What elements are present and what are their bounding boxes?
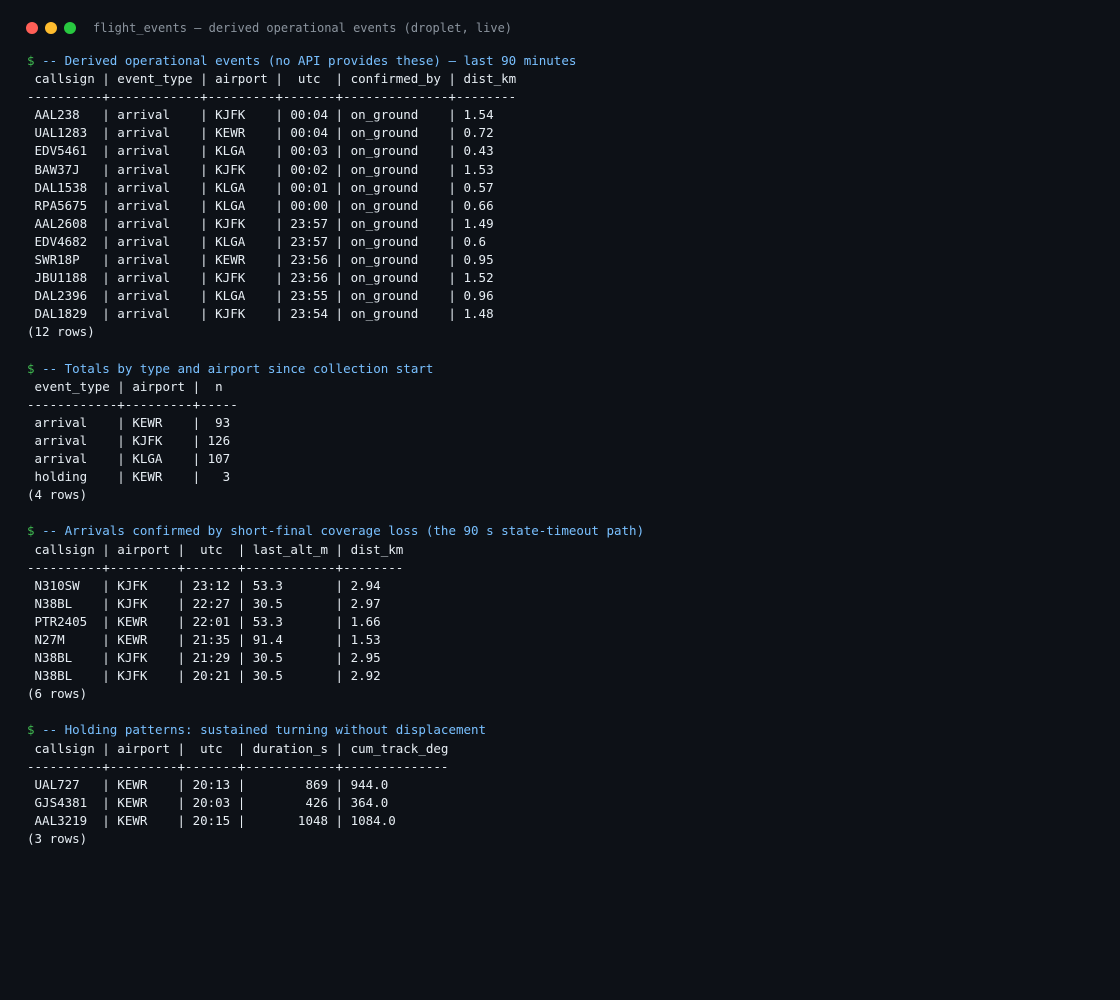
table-row: SWR18P | arrival | KEWR | 23:56 | on_gro… xyxy=(27,252,494,268)
command-line: $ -- Derived operational events (no API … xyxy=(27,52,1107,70)
zoom-window-button[interactable] xyxy=(64,22,76,34)
table-row: DAL1829 | arrival | KJFK | 23:54 | on_gr… xyxy=(27,306,494,322)
row-count: (6 rows) xyxy=(27,686,88,702)
table-header: callsign | airport | utc | duration_s | … xyxy=(27,740,449,756)
table-row: PTR2405 | KEWR | 22:01 | 53.3 | 1.66 xyxy=(27,613,381,629)
table-row: AAL2608 | arrival | KJFK | 23:57 | on_gr… xyxy=(27,215,494,231)
table-row: N310SW | KJFK | 23:12 | 53.3 | 2.94 xyxy=(27,577,381,593)
close-window-button[interactable] xyxy=(26,22,38,34)
table-row: EDV5461 | arrival | KLGA | 00:03 | on_gr… xyxy=(27,143,494,159)
table-row: N38BL | KJFK | 22:27 | 30.5 | 2.97 xyxy=(27,595,381,611)
table-row: GJS4381 | KEWR | 20:03 | 426 | 364.0 xyxy=(27,794,389,810)
table-row: RPA5675 | arrival | KLGA | 00:00 | on_gr… xyxy=(27,197,494,213)
table-row: N27M | KEWR | 21:35 | 91.4 | 1.53 xyxy=(27,632,381,647)
query-comment: -- Totals by type and airport since coll… xyxy=(42,360,434,376)
query-block: $ -- Totals by type and airport since co… xyxy=(27,360,1107,523)
table-header: callsign | event_type | airport | utc | … xyxy=(27,71,517,87)
window-titlebar: flight_events — derived operational even… xyxy=(0,0,1120,56)
command-line: $ -- Holding patterns: sustained turning… xyxy=(27,721,1107,739)
shell-prompt: $ xyxy=(27,53,35,68)
row-count: (4 rows) xyxy=(27,487,88,503)
command-line: $ -- Arrivals confirmed by short-final c… xyxy=(27,522,1107,540)
table-separator: ----------+---------+-------+-----------… xyxy=(27,559,404,575)
table-row: UAL727 | KEWR | 20:13 | 869 | 944.0 xyxy=(27,776,389,792)
table-row: N38BL | KJFK | 20:21 | 30.5 | 2.92 xyxy=(27,668,381,684)
table-row: BAW37J | arrival | KJFK | 00:02 | on_gro… xyxy=(27,161,494,177)
command-line: $ -- Totals by type and airport since co… xyxy=(27,360,1107,378)
table-row: N38BL | KJFK | 21:29 | 30.5 | 2.95 xyxy=(27,650,381,666)
table-row: arrival | KEWR | 93 xyxy=(27,414,231,430)
minimize-window-button[interactable] xyxy=(45,22,57,34)
table-row: DAL2396 | arrival | KLGA | 23:55 | on_gr… xyxy=(27,288,494,304)
row-count: (12 rows) xyxy=(27,324,95,340)
table-row: DAL1538 | arrival | KLGA | 00:01 | on_gr… xyxy=(27,179,494,195)
shell-prompt: $ xyxy=(27,722,35,738)
query-comment: -- Derived operational events (no API pr… xyxy=(42,53,577,68)
query-block: $ -- Derived operational events (no API … xyxy=(27,52,1107,360)
window-title: flight_events — derived operational even… xyxy=(93,21,513,35)
table-header: callsign | airport | utc | last_alt_m | … xyxy=(27,541,404,557)
table-separator: ----------+---------+-------+-----------… xyxy=(27,758,449,774)
table-row: arrival | KLGA | 107 xyxy=(27,451,231,467)
table-row: holding | KEWR | 3 xyxy=(27,469,231,485)
row-count: (3 rows) xyxy=(27,831,88,847)
query-comment: -- Arrivals confirmed by short-final cov… xyxy=(42,523,645,539)
table-row: AAL238 | arrival | KJFK | 00:04 | on_gro… xyxy=(27,107,494,123)
table-separator: ------------+---------+----- xyxy=(27,396,238,412)
shell-prompt: $ xyxy=(27,360,35,376)
query-comment: -- Holding patterns: sustained turning w… xyxy=(42,722,487,738)
table-row: arrival | KJFK | 126 xyxy=(27,432,231,448)
terminal-output[interactable]: $ -- Derived operational events (no API … xyxy=(27,52,1107,848)
table-separator: ----------+------------+---------+------… xyxy=(27,89,517,105)
table-row: JBU1188 | arrival | KJFK | 23:56 | on_gr… xyxy=(27,270,494,286)
table-header: event_type | airport | n xyxy=(27,378,223,394)
query-block: $ -- Holding patterns: sustained turning… xyxy=(27,721,1107,848)
table-row: EDV4682 | arrival | KLGA | 23:57 | on_gr… xyxy=(27,233,487,249)
query-block: $ -- Arrivals confirmed by short-final c… xyxy=(27,522,1107,721)
table-row: UAL1283 | arrival | KEWR | 00:04 | on_gr… xyxy=(27,125,494,141)
table-row: AAL3219 | KEWR | 20:15 | 1048 | 1084.0 xyxy=(27,812,396,828)
shell-prompt: $ xyxy=(27,523,35,539)
